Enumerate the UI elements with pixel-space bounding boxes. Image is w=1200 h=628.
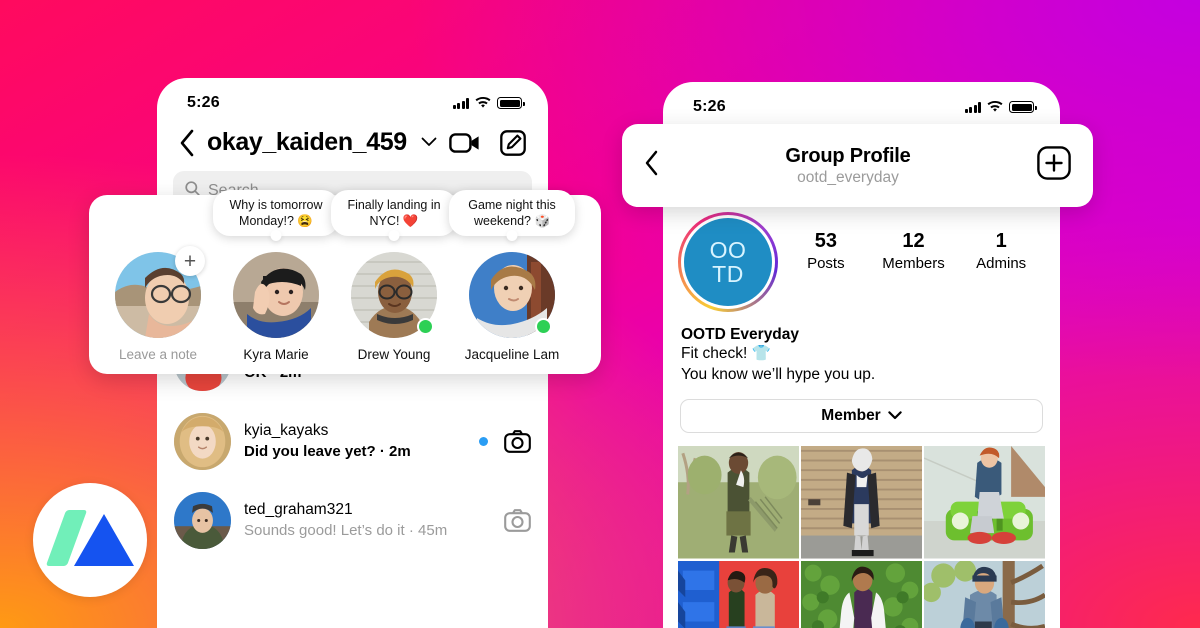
note-item-jacqueline-lam[interactable]: Game night this weekend? 🎲 Jacqueline La… [449,190,575,362]
avatar [174,492,231,549]
group-bio-line-2: You know we’ll hype you up. [681,365,876,383]
note-label: Leave a note [118,347,198,362]
post-thumbnail[interactable] [678,446,799,559]
group-profile-titles: Group Profile ootd_everyday [659,145,1037,187]
group-avatar-line1: OO [709,236,747,263]
status-time: 5:26 [693,98,726,115]
stat-admins[interactable]: 1 Admins [957,230,1045,272]
note-item-kyra-marie[interactable]: Why is tomorrow Monday!? 😫 Kyra Marie [213,190,339,362]
status-bar-right: 5:26 [663,82,1060,126]
group-avatar-line2: TD [712,261,744,287]
member-button-label: Member [821,407,881,425]
status-icons [964,101,1037,113]
message-row[interactable]: kyia_kayaks Did you leave yet? · 2m [174,402,531,481]
back-button[interactable] [644,150,659,181]
note-label: Drew Young [357,347,431,362]
group-profile-header-card: Group Profile ootd_everyday [622,124,1093,207]
signal-bars-icon [964,101,981,113]
stat-number: 53 [814,230,837,252]
signal-bars-icon [452,97,469,109]
note-bubble[interactable]: Game night this weekend? 🎲 [449,190,575,236]
message-preview: Sounds good! Let’s do it · 45m [244,521,448,539]
avatar [174,413,231,470]
add-person-icon[interactable] [1037,146,1071,185]
battery-icon [497,97,525,109]
camera-icon[interactable] [504,430,531,453]
avatar-wrap [233,252,319,338]
online-status-dot [417,318,434,335]
note-label: Kyra Marie [243,347,309,362]
wifi-icon [987,101,1003,113]
note-bubble[interactable]: Finally landing in NYC! ❤️ [331,190,457,236]
post-thumbnail[interactable] [924,446,1045,559]
dm-header-actions [449,129,526,156]
message-row[interactable]: ted_graham321 Sounds good! Let’s do it ·… [174,481,531,560]
note-item-drew-young[interactable]: Finally landing in NYC! ❤️ Drew Young [331,190,457,362]
story-ring-inner: OO TD [681,215,775,309]
post-thumbnail[interactable] [678,560,799,628]
note-item-leave-a-note[interactable]: + Leave a note [99,246,217,362]
chevron-down-icon [888,407,902,425]
post-thumbnail[interactable] [801,560,922,628]
brand-logo [33,483,147,597]
member-button[interactable]: Member [680,399,1043,434]
status-icons [452,97,525,109]
message-row-actions [479,430,531,453]
page-subtitle: ootd_everyday [797,168,899,186]
avatar [233,252,319,338]
message-row-actions [479,509,531,532]
group-bio: OOTD Everyday Fit check! 👕 You know we’l… [678,326,1045,385]
message-username: ted_graham321 [244,500,353,518]
group-stats: 53 Posts 12 Members 1 Admins [782,212,1045,272]
avatar-wrap [351,252,437,338]
message-text: kyia_kayaks Did you leave yet? · 2m [244,421,466,462]
dm-header: okay_kaiden_459 [157,122,548,167]
video-camera-icon[interactable] [449,131,481,155]
avatar-wrap [469,252,555,338]
compose-icon[interactable] [500,129,526,156]
message-preview: Did you leave yet? · 2m [244,442,411,460]
status-bar-left: 5:26 [157,78,548,122]
brand-blue-triangle-icon [74,514,134,566]
dm-thread-title[interactable]: okay_kaiden_459 [207,128,407,157]
page-title: Group Profile [785,144,911,167]
online-status-dot [535,318,552,335]
battery-icon [1009,101,1037,113]
back-button[interactable] [179,129,195,157]
message-username: kyia_kayaks [244,421,329,439]
message-text: ted_graham321 Sounds good! Let’s do it ·… [244,500,466,541]
camera-icon[interactable] [504,509,531,532]
stat-label: Posts [807,255,845,272]
notes-card: + Leave a note Why is tomorrow Monday!? … [89,190,601,374]
note-bubble[interactable]: Why is tomorrow Monday!? 😫 [213,190,339,236]
group-bio-line-1: Fit check! 👕 [681,345,771,362]
group-avatar[interactable]: OO TD [684,218,772,306]
group-display-name: OOTD Everyday [681,326,800,343]
post-thumbnail[interactable] [924,560,1045,628]
stat-number: 1 [995,230,1007,252]
note-label: Jacqueline Lam [464,347,560,362]
brand-logo-mark [33,483,147,597]
status-time: 5:26 [187,94,220,111]
post-thumbnail[interactable] [801,446,922,559]
notes-row: + Leave a note Why is tomorrow Monday!? … [89,190,601,374]
posts-grid [678,446,1045,628]
group-profile-top: OO TD 53 Posts 12 Members 1 Admins [678,212,1045,312]
stat-label: Members [882,255,945,272]
stat-posts[interactable]: 53 Posts [782,230,870,272]
stat-members[interactable]: 12 Members [870,230,958,272]
plus-icon[interactable]: + [175,246,205,276]
avatar-wrap: + [115,246,205,338]
wifi-icon [475,97,491,109]
story-ring[interactable]: OO TD [678,212,778,312]
stat-number: 12 [902,230,925,252]
unread-dot [479,437,488,446]
stat-label: Admins [976,255,1027,272]
chevron-down-icon[interactable] [421,134,437,152]
